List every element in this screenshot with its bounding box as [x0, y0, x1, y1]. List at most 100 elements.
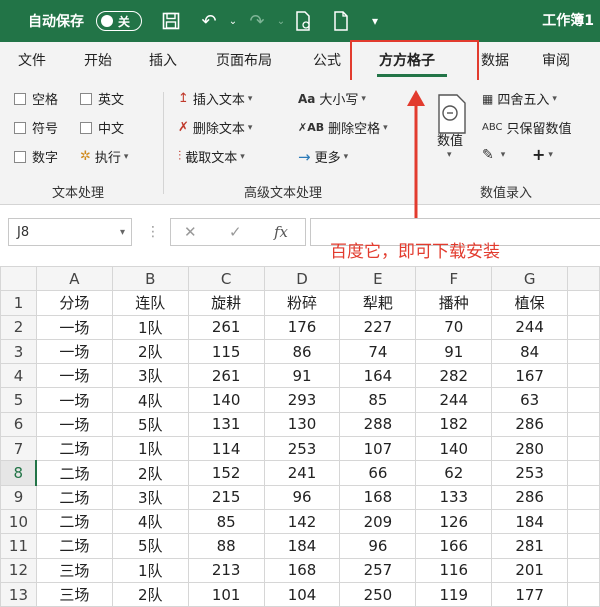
undo-dropdown-icon[interactable]: ⌄: [220, 8, 246, 34]
cell[interactable]: 119: [415, 581, 493, 607]
cell[interactable]: 213: [187, 557, 265, 583]
case-button[interactable]: Aa 大小写 ▾: [298, 89, 366, 109]
cell[interactable]: 85: [339, 387, 417, 413]
cell[interactable]: 5队: [111, 411, 189, 438]
cell[interactable]: 201: [491, 557, 569, 583]
cell[interactable]: 182: [415, 411, 493, 438]
cell[interactable]: 152: [187, 460, 265, 486]
cell[interactable]: 126: [415, 508, 493, 535]
checkbox-symbol[interactable]: 符号: [14, 118, 58, 137]
cell[interactable]: 一场: [35, 411, 113, 438]
chevron-down-icon[interactable]: ▾: [447, 150, 452, 160]
cell[interactable]: [567, 338, 600, 365]
cell[interactable]: 164: [339, 363, 417, 389]
cell[interactable]: 74: [339, 338, 417, 365]
tab-page-layout[interactable]: 页面布局: [216, 42, 272, 80]
cell[interactable]: 85: [187, 508, 265, 535]
cell[interactable]: 1队: [111, 436, 189, 462]
checkbox-english[interactable]: 英文: [80, 89, 124, 108]
column-header-h[interactable]: [567, 265, 600, 292]
cell[interactable]: 257: [339, 557, 417, 583]
cell[interactable]: 粉碎: [263, 290, 341, 316]
cancel-icon[interactable]: ✕: [184, 218, 197, 246]
cell[interactable]: 三场: [35, 581, 113, 607]
cell[interactable]: 2队: [111, 338, 189, 365]
cell[interactable]: 261: [187, 314, 265, 340]
checkbox-box[interactable]: [14, 150, 26, 163]
cell[interactable]: 3队: [111, 484, 189, 510]
cell[interactable]: 犁耙: [339, 290, 417, 316]
cell[interactable]: 140: [187, 387, 265, 413]
cell[interactable]: 植保: [491, 290, 569, 316]
cell[interactable]: [567, 484, 600, 510]
cell[interactable]: 261: [187, 363, 265, 389]
more-options-icon[interactable]: ⋮: [146, 218, 160, 246]
tab-insert[interactable]: 插入: [149, 42, 177, 80]
cell[interactable]: 4队: [111, 387, 189, 413]
new-document-icon[interactable]: [328, 8, 354, 34]
row-header[interactable]: 6: [0, 411, 37, 438]
tab-data[interactable]: 数据: [481, 42, 509, 80]
cell[interactable]: [567, 436, 600, 462]
cell[interactable]: 3队: [111, 363, 189, 389]
cell[interactable]: 一场: [35, 363, 113, 389]
cell[interactable]: 1队: [111, 557, 189, 583]
row-header[interactable]: 5: [0, 387, 37, 413]
cell[interactable]: [567, 314, 600, 340]
cell[interactable]: 115: [187, 338, 265, 365]
cell[interactable]: 293: [263, 387, 341, 413]
cell[interactable]: [567, 387, 600, 413]
row-header[interactable]: 3: [0, 338, 37, 365]
cell[interactable]: 209: [339, 508, 417, 535]
column-header-g[interactable]: G: [491, 265, 569, 292]
cell[interactable]: 二场: [35, 508, 113, 535]
cell[interactable]: 5队: [111, 533, 189, 559]
cell[interactable]: 215: [187, 484, 265, 510]
cell[interactable]: 177: [491, 581, 569, 607]
cell[interactable]: 282: [415, 363, 493, 389]
cell[interactable]: [567, 508, 600, 535]
cell[interactable]: 三场: [35, 557, 113, 583]
cell[interactable]: 4队: [111, 508, 189, 535]
cell[interactable]: 286: [491, 484, 569, 510]
row-header[interactable]: 8: [0, 460, 38, 486]
undo-icon[interactable]: ↶: [196, 8, 222, 34]
cell[interactable]: 250: [339, 581, 417, 607]
cell[interactable]: 140: [415, 436, 493, 462]
execute-button[interactable]: ✲ 执行 ▾: [80, 147, 128, 166]
cell[interactable]: 286: [491, 411, 569, 438]
document-settings-icon[interactable]: [290, 8, 316, 34]
cell[interactable]: 244: [415, 387, 493, 413]
column-header-b[interactable]: B: [111, 265, 189, 292]
column-header-a[interactable]: A: [35, 265, 113, 292]
row-header[interactable]: 9: [0, 484, 37, 510]
cell[interactable]: 166: [415, 533, 493, 559]
checkbox-space[interactable]: 空格: [14, 89, 58, 108]
cell[interactable]: 96: [339, 533, 417, 559]
checkbox-box[interactable]: [80, 92, 92, 105]
cell[interactable]: 91: [415, 338, 493, 365]
cell[interactable]: 227: [339, 314, 417, 340]
row-header[interactable]: 7: [0, 436, 37, 462]
column-header-d[interactable]: D: [263, 265, 341, 292]
cell[interactable]: 一场: [35, 387, 113, 413]
cell[interactable]: 70: [415, 314, 493, 340]
cell[interactable]: 连队: [111, 290, 189, 316]
delete-text-button[interactable]: ✗ 删除文本 ▾: [178, 118, 252, 137]
cell[interactable]: 101: [187, 581, 265, 607]
row-header[interactable]: 1: [0, 290, 37, 316]
tab-formulas[interactable]: 公式: [313, 42, 341, 80]
cell[interactable]: 二场: [35, 436, 113, 462]
cell[interactable]: 2队: [111, 581, 189, 607]
checkbox-box[interactable]: [14, 92, 26, 105]
cell[interactable]: 280: [491, 436, 569, 462]
row-header[interactable]: 13: [0, 581, 37, 607]
add-icon[interactable]: + ▾: [532, 145, 553, 164]
cell[interactable]: 130: [263, 411, 341, 438]
cell[interactable]: 2队: [111, 460, 189, 486]
round-button[interactable]: ▦ 四舍五入 ▾: [482, 89, 557, 109]
autosave-toggle[interactable]: 关: [96, 11, 142, 31]
delete-spaces-button[interactable]: ✗AB 删除空格 ▾: [298, 118, 388, 137]
confirm-icon[interactable]: ✓: [229, 218, 242, 246]
checkbox-chinese[interactable]: 中文: [80, 118, 124, 137]
